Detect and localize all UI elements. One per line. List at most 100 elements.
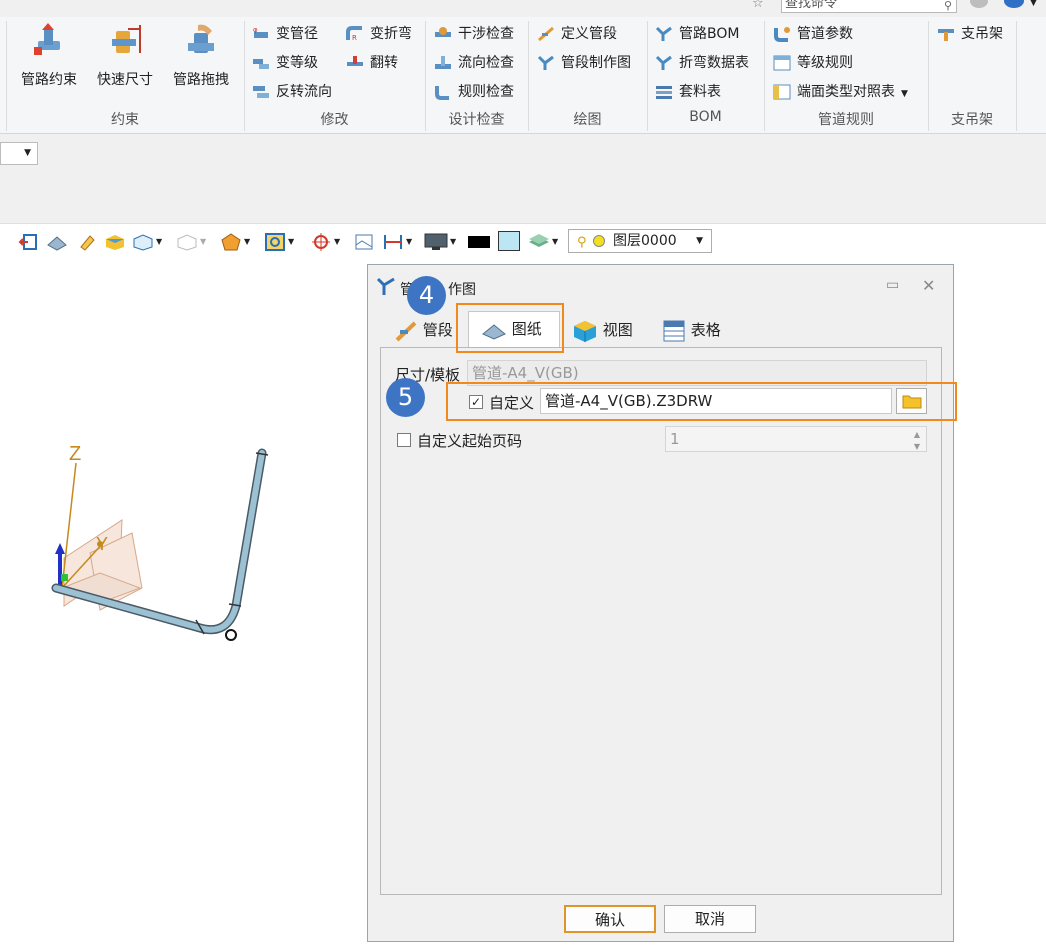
change-diameter-icon: φ [253, 26, 268, 38]
zoom-fit-icon[interactable] [264, 233, 286, 251]
flow-check-button[interactable]: 流向检查 [434, 52, 514, 74]
pipe-constraint-icon [34, 23, 60, 55]
support-hanger-button[interactable]: 支吊架 [937, 23, 1003, 45]
start-page-checkbox[interactable] [397, 433, 411, 447]
shaded-cube-icon[interactable] [104, 233, 126, 251]
grade-rules-icon [773, 55, 791, 71]
dimension-icon[interactable] [382, 233, 404, 251]
layer-dropdown-icon[interactable]: ▼ [696, 230, 703, 252]
command-search-input[interactable]: 查找命令 ⚲ [781, 0, 957, 13]
reverse-flow-button[interactable]: 反转流向 [252, 81, 332, 103]
rule-check-icon [435, 86, 449, 100]
nesting-table-button[interactable]: 套料表 [655, 81, 721, 103]
flip-button[interactable]: 翻转 [346, 52, 398, 74]
tab-view[interactable]: 视图 [572, 315, 633, 345]
grade-rules-button[interactable]: 等级规则 [773, 52, 853, 74]
dropdown-arrow-icon[interactable]: ▼ [156, 237, 162, 255]
cancel-button[interactable]: 取消 [664, 905, 756, 933]
wire-cube-icon[interactable] [132, 233, 154, 251]
exit-icon[interactable] [18, 233, 38, 251]
group-label-modify: 修改 [320, 112, 349, 128]
nesting-table-label: 套料表 [679, 84, 721, 100]
start-page-spinner[interactable]: 1 ▲ ▼ [665, 426, 927, 452]
pipe-drag-button[interactable]: 管路拖拽 [166, 23, 236, 89]
render-mode-icon[interactable] [220, 233, 242, 251]
change-bend-icon: R [346, 26, 362, 42]
change-bend-button[interactable]: R 变折弯 [346, 23, 412, 45]
drawing-sheet-icon[interactable] [46, 233, 68, 251]
pipe-params-label: 管道参数 [797, 26, 853, 42]
end-type-table-icon [773, 84, 791, 100]
filter-dropdown[interactable]: ▼ [0, 142, 38, 165]
pipe-params-button[interactable]: 管道参数 [773, 23, 853, 45]
segment-drawing-icon [537, 55, 554, 70]
segment-drawing-label: 管段制作图 [561, 55, 631, 71]
rule-check-button[interactable]: 规则检查 [434, 81, 514, 103]
pin-icon[interactable]: ☆ [752, 0, 764, 11]
search-icon[interactable]: ⚲ [944, 0, 952, 14]
end-type-table-button[interactable]: 端面类型对照表 ▼ [773, 81, 908, 103]
pipe-segment[interactable] [53, 450, 265, 633]
pipe-end-marker[interactable] [225, 629, 237, 641]
dropdown-arrow-icon[interactable]: ▼ [450, 237, 456, 255]
dropdown-arrow-icon[interactable]: ▼ [200, 237, 206, 255]
group-label-drawing: 绘图 [573, 112, 602, 128]
tab-table[interactable]: 表格 [662, 315, 721, 345]
grade-rules-label: 等级规则 [797, 55, 853, 71]
dropdown-arrow-icon[interactable]: ▼ [334, 237, 340, 255]
nesting-table-icon [656, 86, 672, 99]
start-point-marker [61, 574, 68, 581]
flip-icon [347, 56, 363, 66]
tab-segment[interactable]: 管段 [394, 315, 453, 345]
origin-marker [97, 541, 103, 547]
ghost-cube-icon[interactable] [176, 233, 198, 251]
interference-check-button[interactable]: 干涉检查 [434, 23, 514, 45]
bend-data-table-icon [655, 55, 672, 70]
reverse-flow-icon [253, 86, 269, 98]
change-grade-label: 变等级 [276, 55, 318, 71]
view-cube-icon [574, 320, 596, 342]
help-dropdown-icon[interactable]: ▼ [1030, 0, 1037, 8]
eraser-icon[interactable] [78, 233, 96, 251]
dropdown-arrow-icon[interactable]: ▼ [244, 237, 250, 255]
segment-drawing-button[interactable]: 管段制作图 [537, 52, 631, 74]
bend-data-table-label: 折弯数据表 [679, 55, 749, 71]
dropdown-arrow-icon[interactable]: ▼ [288, 237, 294, 255]
change-grade-button[interactable]: 变等级 [252, 52, 318, 74]
close-icon[interactable]: ✕ [922, 276, 935, 295]
interference-check-label: 干涉检查 [458, 26, 514, 42]
reverse-flow-label: 反转流向 [276, 84, 332, 100]
pipe-bom-button[interactable]: 管路BOM [655, 23, 739, 45]
step-5-badge: 5 [386, 378, 425, 417]
change-bend-label: 变折弯 [370, 26, 412, 42]
group-label-design-check: 设计检查 [448, 112, 505, 128]
group-label-pipe-rules: 管道规则 [818, 112, 874, 128]
lightbulb-icon[interactable]: ⚲ [577, 232, 587, 254]
change-diameter-button[interactable]: φ 变管径 [252, 23, 318, 45]
svg-text:φ: φ [253, 26, 258, 34]
line-color-swatch[interactable] [468, 236, 490, 248]
search-placeholder: 查找命令 [785, 0, 838, 11]
chat-icon[interactable]: ▭ [886, 277, 899, 293]
snap-target-icon[interactable] [310, 233, 332, 251]
pipe-constraint-button[interactable]: 管路约束 [14, 23, 84, 89]
pipe-drag-icon [188, 24, 214, 53]
end-type-dropdown-icon[interactable]: ▼ [901, 89, 908, 99]
layer-color-icon [593, 235, 605, 247]
layer-select[interactable]: ⚲ 图层0000 ▼ [568, 229, 712, 253]
quick-dimension-label: 快速尺寸 [97, 72, 153, 88]
define-segment-button[interactable]: 定义管段 [537, 23, 617, 45]
define-segment-label: 定义管段 [561, 26, 617, 42]
z-axis-label: Z [69, 443, 81, 465]
flow-check-icon [435, 56, 451, 69]
quick-dimension-button[interactable]: 快速尺寸 [90, 23, 160, 89]
bend-data-table-button[interactable]: 折弯数据表 [655, 52, 749, 74]
fill-color-swatch[interactable] [498, 231, 520, 251]
layers-icon[interactable] [528, 233, 550, 251]
dropdown-arrow-icon[interactable]: ▼ [406, 237, 412, 255]
spin-down-icon[interactable]: ▼ [914, 435, 920, 459]
display-icon[interactable] [424, 233, 448, 251]
dropdown-arrow-icon[interactable]: ▼ [552, 237, 558, 255]
frame-icon[interactable] [354, 233, 374, 251]
ok-button[interactable]: 确认 [564, 905, 656, 933]
